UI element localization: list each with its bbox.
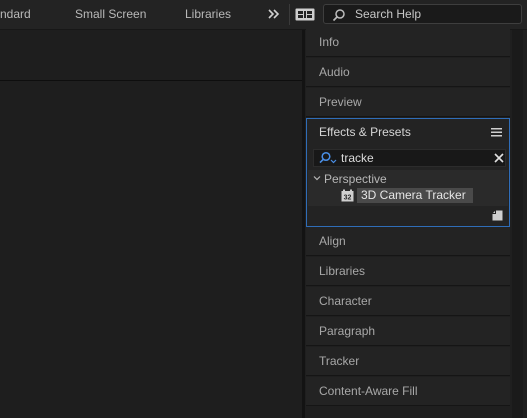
effect-item-label: 3D Camera Tracker <box>357 188 473 203</box>
effects-presets-panel: Effects & Presets Perspective 32 <box>306 118 510 227</box>
panel-content-aware-fill[interactable]: Content-Aware Fill <box>306 377 510 406</box>
workspace-bar: ndard Small Screen Libraries Search Help <box>0 0 527 30</box>
double-chevron-right-icon[interactable] <box>266 6 282 22</box>
panel-character[interactable]: Character <box>306 287 510 316</box>
panel-audio[interactable]: Audio <box>306 58 510 87</box>
effects-results-list: Perspective 32 3D Camera Tracker <box>308 170 508 206</box>
workspace-switcher-icon[interactable] <box>295 8 315 21</box>
panel-info[interactable]: Info <box>306 28 510 57</box>
search-icon <box>332 9 345 22</box>
panel-align[interactable]: Align <box>306 227 510 256</box>
panel-tracker[interactable]: Tracker <box>306 347 510 376</box>
search-help-placeholder: Search Help <box>355 7 422 21</box>
effect-category-label: Perspective <box>324 172 387 186</box>
workspace-tab-small-screen[interactable]: Small Screen <box>75 0 146 29</box>
panel-paragraph[interactable]: Paragraph <box>306 317 510 346</box>
effects-search-input[interactable] <box>341 150 471 166</box>
search-filter-icon[interactable] <box>319 151 337 165</box>
panel-stack-gutter <box>512 30 523 418</box>
chevron-down-icon[interactable] <box>313 174 321 182</box>
new-bin-icon[interactable] <box>492 210 503 221</box>
toolbar-divider <box>289 4 290 25</box>
workspace-tab-libraries[interactable]: Libraries <box>185 0 231 29</box>
workspace-tab-standard[interactable]: ndard <box>0 0 31 29</box>
composition-panel[interactable] <box>0 30 302 418</box>
effects-presets-title[interactable]: Effects & Presets <box>319 119 411 146</box>
hamburger-menu-icon[interactable] <box>491 128 502 137</box>
effect-32bit-icon: 32 <box>341 189 354 202</box>
effects-search-field <box>313 149 506 167</box>
search-help-field[interactable]: Search Help <box>323 4 522 24</box>
panel-separator <box>0 80 302 81</box>
effect-category-perspective[interactable]: Perspective <box>313 172 387 187</box>
effect-badge-text: 32 <box>344 195 352 202</box>
panel-preview[interactable]: Preview <box>306 88 510 117</box>
close-icon[interactable] <box>494 153 504 163</box>
panel-libraries[interactable]: Libraries <box>306 257 510 286</box>
